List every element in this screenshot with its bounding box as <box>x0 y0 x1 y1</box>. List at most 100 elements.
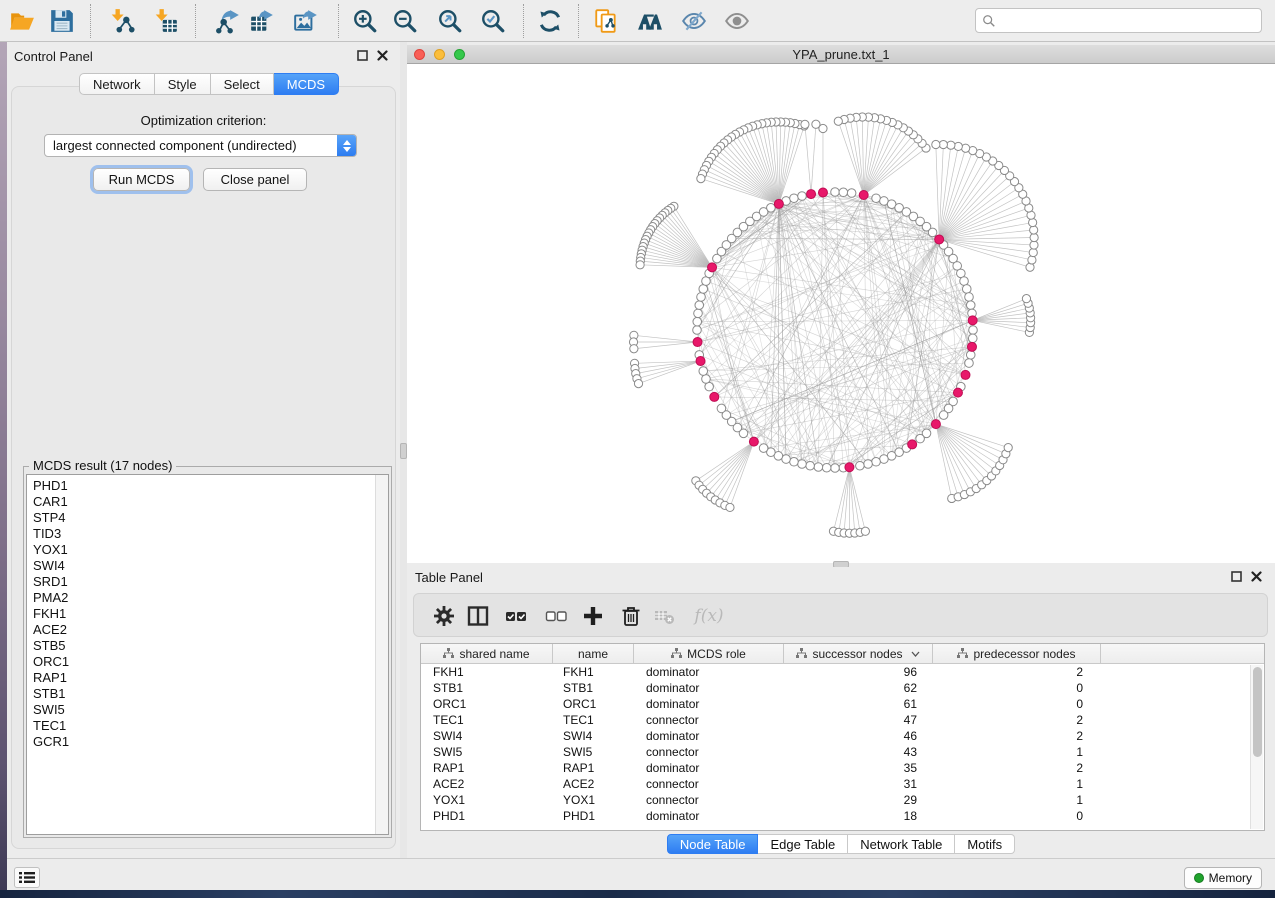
network-node[interactable] <box>966 301 975 310</box>
import-network-icon[interactable] <box>107 6 137 36</box>
mcds-result-item[interactable]: GCR1 <box>27 734 388 750</box>
table-scrollbar-thumb[interactable] <box>1253 667 1262 757</box>
deselect-all-rows-icon[interactable] <box>544 604 568 628</box>
float-table-panel-icon[interactable] <box>1231 571 1242 582</box>
network-node[interactable] <box>693 317 702 326</box>
network-node[interactable] <box>1004 444 1012 452</box>
network-node[interactable] <box>798 192 807 201</box>
tab-network-table[interactable]: Network Table <box>848 834 955 854</box>
mcds-result-item[interactable]: SWI4 <box>27 558 388 574</box>
add-column-icon[interactable] <box>581 604 605 628</box>
import-table-icon[interactable] <box>151 6 181 36</box>
network-window-titlebar[interactable]: YPA_prune.txt_1 <box>407 45 1275 64</box>
mcds-result-item[interactable]: STP4 <box>27 510 388 526</box>
float-panel-icon[interactable] <box>357 50 368 61</box>
mcds-result-item[interactable]: PMA2 <box>27 590 388 606</box>
table-row[interactable]: YOX1 YOX1 connector 29 1 <box>421 792 1264 808</box>
show-columns-icon[interactable] <box>466 604 490 628</box>
network-mcds-node[interactable] <box>710 392 719 401</box>
network-node[interactable] <box>939 411 948 420</box>
network-node[interactable] <box>960 277 969 286</box>
search-field[interactable] <box>975 8 1262 33</box>
table-row[interactable]: RAP1 RAP1 dominator 35 2 <box>421 760 1264 776</box>
close-panel-icon[interactable] <box>377 50 388 61</box>
network-node[interactable] <box>1030 233 1038 241</box>
network-mcds-node[interactable] <box>931 420 940 429</box>
network-node[interactable] <box>864 460 873 469</box>
network-node[interactable] <box>880 455 889 464</box>
network-node[interactable] <box>965 293 974 302</box>
network-node[interactable] <box>806 461 815 470</box>
mcds-result-item[interactable]: TID3 <box>27 526 388 542</box>
show-all-icon[interactable] <box>722 6 752 36</box>
save-session-icon[interactable] <box>47 6 77 36</box>
network-node[interactable] <box>694 309 703 318</box>
network-node[interactable] <box>968 334 977 343</box>
table-row[interactable]: FKH1 FKH1 dominator 96 2 <box>421 664 1264 680</box>
network-node[interactable] <box>831 464 840 473</box>
network-node[interactable] <box>697 174 705 182</box>
memory-button[interactable]: Memory <box>1184 867 1262 889</box>
network-node[interactable] <box>861 527 869 535</box>
table-row[interactable]: ACE2 ACE2 connector 31 1 <box>421 776 1264 792</box>
network-node[interactable] <box>634 380 642 388</box>
select-all-rows-icon[interactable] <box>504 604 528 628</box>
network-mcds-node[interactable] <box>935 235 944 244</box>
tab-node-table[interactable]: Node Table <box>667 834 759 854</box>
network-mcds-node[interactable] <box>693 338 702 347</box>
network-node[interactable] <box>965 359 974 368</box>
vertical-splitter[interactable] <box>400 42 407 858</box>
column-header-name[interactable]: name <box>553 644 634 663</box>
mcds-result-item[interactable]: ORC1 <box>27 654 388 670</box>
network-node[interactable] <box>819 124 827 132</box>
network-node[interactable] <box>759 444 768 453</box>
network-mcds-node[interactable] <box>953 388 962 397</box>
network-node[interactable] <box>834 117 842 125</box>
table-row[interactable]: ORC1 ORC1 dominator 61 0 <box>421 696 1264 712</box>
zoom-fit-icon[interactable] <box>435 6 465 36</box>
network-node[interactable] <box>699 285 708 294</box>
column-header-successor-nodes[interactable]: successor nodes <box>784 644 933 663</box>
optimization-criterion-dropdown[interactable]: largest connected component (undirected) <box>44 134 357 157</box>
table-row[interactable]: STB1 STB1 dominator 62 0 <box>421 680 1264 696</box>
mcds-result-item[interactable]: CAR1 <box>27 494 388 510</box>
network-node[interactable] <box>939 140 947 148</box>
delete-column-icon[interactable] <box>619 604 643 628</box>
network-mcds-node[interactable] <box>708 263 717 272</box>
close-panel-button[interactable]: Close panel <box>203 168 307 191</box>
network-node[interactable] <box>839 188 848 197</box>
export-image-icon[interactable] <box>291 6 321 36</box>
network-node[interactable] <box>814 463 823 472</box>
network-node[interactable] <box>872 194 881 203</box>
search-input[interactable] <box>1000 11 1261 31</box>
mcds-result-item[interactable]: SRD1 <box>27 574 388 590</box>
network-mcds-node[interactable] <box>774 199 783 208</box>
network-node[interactable] <box>699 367 708 376</box>
table-row[interactable]: PHD1 PHD1 dominator 18 0 <box>421 808 1264 824</box>
network-node[interactable] <box>717 404 726 413</box>
mcds-result-item[interactable]: SWI5 <box>27 702 388 718</box>
tab-motifs[interactable]: Motifs <box>955 834 1015 854</box>
table-row[interactable]: SWI5 SWI5 connector 43 1 <box>421 744 1264 760</box>
network-node[interactable] <box>966 351 975 360</box>
run-mcds-button[interactable]: Run MCDS <box>93 168 190 191</box>
status-menu-button[interactable] <box>14 867 40 888</box>
export-table-icon[interactable] <box>247 6 277 36</box>
close-table-panel-icon[interactable] <box>1251 571 1262 582</box>
network-mcds-node[interactable] <box>967 342 976 351</box>
tab-select[interactable]: Select <box>211 73 274 95</box>
network-node[interactable] <box>726 503 734 511</box>
network-canvas[interactable] <box>407 64 1275 563</box>
tab-style[interactable]: Style <box>155 73 211 95</box>
network-node[interactable] <box>932 140 940 148</box>
mcds-list-scrollbar[interactable] <box>375 475 388 834</box>
network-node[interactable] <box>831 188 840 197</box>
network-mcds-node[interactable] <box>696 357 705 366</box>
column-header-predecessor-nodes[interactable]: predecessor nodes <box>933 644 1101 663</box>
network-node[interactable] <box>1028 256 1036 264</box>
network-node[interactable] <box>872 457 881 466</box>
table-settings-gear-icon[interactable] <box>432 604 456 628</box>
network-node[interactable] <box>916 434 925 443</box>
open-file-icon[interactable] <box>7 6 37 36</box>
network-mcds-node[interactable] <box>908 440 917 449</box>
